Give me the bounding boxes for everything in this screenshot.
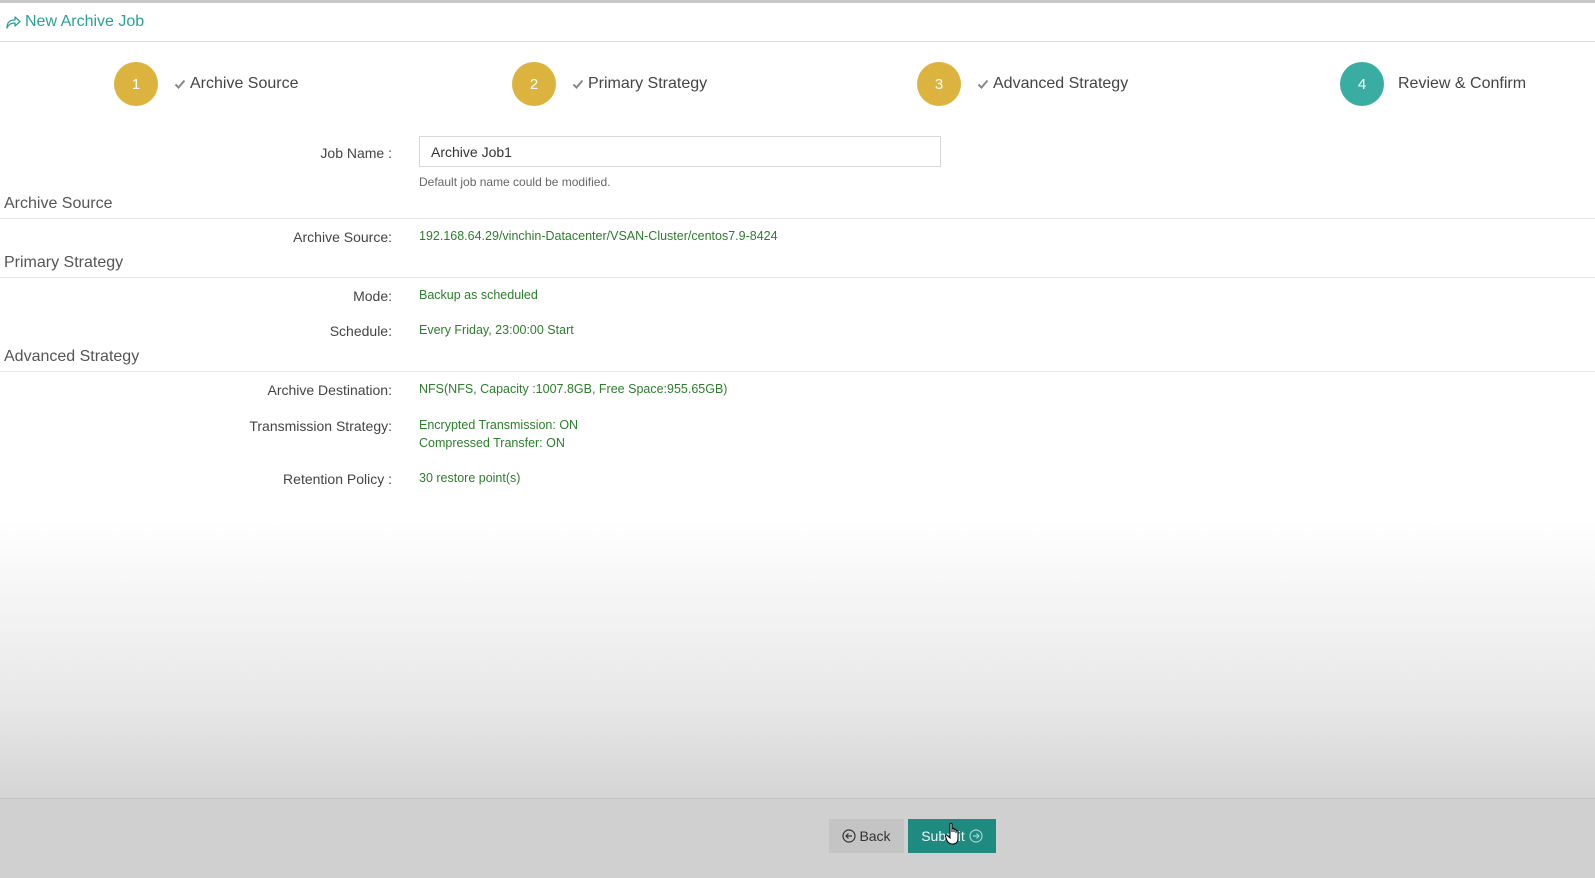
archive-destination-value: NFS(NFS, Capacity :1007.8GB, Free Space:…: [419, 382, 728, 396]
section-divider: [0, 371, 1595, 372]
compressed-transfer-value: Compressed Transfer: ON: [419, 436, 565, 450]
back-button-label: Back: [859, 828, 891, 844]
arrow-left-circle-icon: [842, 829, 857, 843]
back-button[interactable]: Back: [829, 819, 904, 853]
archive-source-value: 192.168.64.29/vinchin-Datacenter/VSAN-Cl…: [419, 229, 778, 243]
encrypted-transmission-value: Encrypted Transmission: ON: [419, 418, 579, 432]
mode-label: Mode:: [353, 288, 392, 304]
section-title-primary-strategy: Primary Strategy: [4, 254, 124, 271]
archive-source-label: Archive Source:: [293, 229, 392, 245]
page-title: New Archive Job: [25, 13, 145, 30]
hand-cursor-icon: [944, 822, 959, 845]
page-header: New Archive Job: [0, 3, 1595, 42]
retention-policy-label: Retention Policy :: [283, 471, 392, 487]
job-name-input[interactable]: [419, 136, 941, 167]
wizard-step-review-confirm[interactable]: 4 Review & Confirm: [1340, 62, 1526, 106]
step-number: 1: [114, 62, 158, 106]
section-title-archive-source: Archive Source: [4, 195, 113, 212]
schedule-label: Schedule:: [329, 323, 392, 339]
section-divider: [0, 218, 1595, 219]
schedule-value: Every Friday, 23:00:00 Start: [419, 323, 574, 337]
step-label: Review & Confirm: [1398, 75, 1527, 92]
step-label: Advanced Strategy: [993, 75, 1129, 92]
step-number: 4: [1340, 62, 1384, 106]
job-name-label: Job Name :: [320, 145, 392, 161]
check-icon: [572, 79, 584, 89]
check-icon: [977, 79, 989, 89]
wizard-step-archive-source[interactable]: 1 Archive Source: [114, 62, 299, 106]
step-label: Archive Source: [190, 75, 299, 92]
wizard-step-primary-strategy[interactable]: 2 Primary Strategy: [512, 62, 707, 106]
section-divider: [0, 277, 1595, 278]
footer-bar: [0, 798, 1595, 878]
job-name-hint: Default job name could be modified.: [419, 175, 611, 189]
step-number: 2: [512, 62, 556, 106]
check-icon: [174, 79, 186, 89]
step-label: Primary Strategy: [588, 75, 708, 92]
step-number: 3: [917, 62, 961, 106]
share-icon: [6, 16, 21, 29]
section-title-advanced-strategy: Advanced Strategy: [4, 348, 140, 365]
transmission-strategy-label: Transmission Strategy:: [249, 418, 392, 434]
retention-policy-value: 30 restore point(s): [419, 471, 521, 485]
mode-value: Backup as scheduled: [419, 288, 538, 302]
archive-destination-label: Archive Destination:: [267, 382, 392, 398]
arrow-right-circle-icon: [969, 829, 983, 843]
wizard-step-advanced-strategy[interactable]: 3 Advanced Strategy: [917, 62, 1128, 106]
